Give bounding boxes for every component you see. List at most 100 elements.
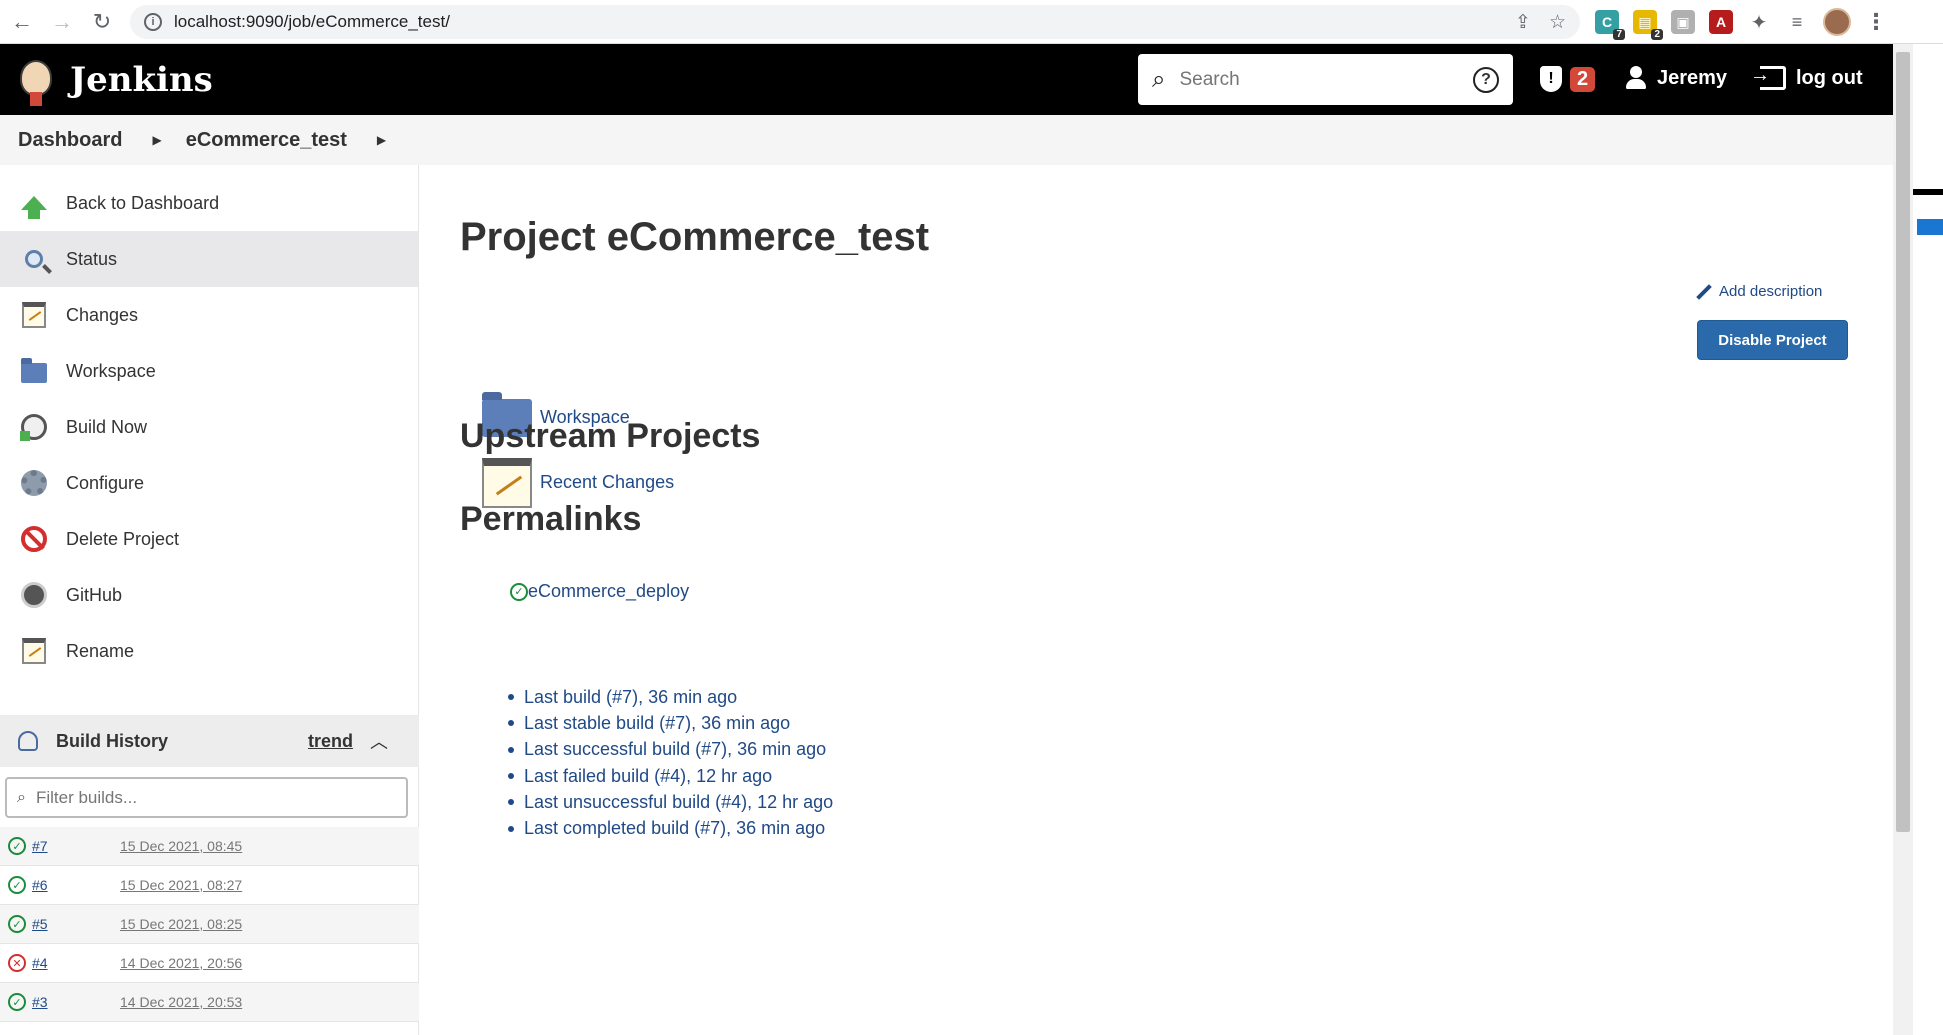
gear-icon <box>20 469 48 497</box>
search-input[interactable] <box>1179 68 1450 91</box>
permalink-last-build[interactable]: Last build (#7), 36 min ago <box>524 687 737 708</box>
list-item: Last failed build (#4), 12 hr ago <box>508 763 833 789</box>
jenkins-logo[interactable] <box>16 54 56 106</box>
breadcrumb-dashboard[interactable]: Dashboard <box>18 129 122 152</box>
breadcrumb-chevron-icon[interactable]: ▶ <box>377 133 386 147</box>
permalink-last-completed-build[interactable]: Last completed build (#7), 36 min ago <box>524 818 825 839</box>
permalink-last-unsuccessful-build[interactable]: Last unsuccessful build (#4), 12 hr ago <box>524 792 833 813</box>
logout-link[interactable]: log out <box>1750 64 1863 90</box>
success-check-icon[interactable]: ✓ <box>8 876 26 894</box>
filter-builds-input[interactable] <box>35 787 386 808</box>
logout-label: log out <box>1796 66 1863 89</box>
menu-kebab-icon[interactable]: ⋮ <box>1865 9 1887 35</box>
build-row: ✓ #3 14 Dec 2021, 20:53 <box>0 983 419 1022</box>
adjacent-window-edge <box>1913 44 1943 1035</box>
disable-project-button[interactable]: Disable Project <box>1697 320 1848 360</box>
reload-icon[interactable]: ↻ <box>84 4 120 40</box>
security-alerts[interactable]: ! 2 <box>1540 66 1596 92</box>
permalink-last-successful-build[interactable]: Last successful build (#7), 36 min ago <box>524 739 826 760</box>
puzzle-icon[interactable]: ✦ <box>1747 10 1771 34</box>
ext-pdf-icon[interactable]: A <box>1709 10 1733 34</box>
breadcrumb-project[interactable]: eCommerce_test <box>186 129 347 152</box>
address-bar[interactable]: i localhost:9090/job/eCommerce_test/ ⇪ ☆ <box>130 5 1580 39</box>
github-icon <box>20 581 48 609</box>
build-date-link[interactable]: 15 Dec 2021, 08:25 <box>120 916 242 932</box>
build-date-link[interactable]: 14 Dec 2021, 20:56 <box>120 955 242 971</box>
sidebar-item-build-now[interactable]: Build Now <box>0 399 418 455</box>
notepad-icon <box>20 301 48 329</box>
build-history-header: Build History trend ︿ <box>0 715 419 767</box>
folder-icon <box>20 357 48 385</box>
success-check-icon: ✓ <box>510 582 528 601</box>
clock-icon <box>20 413 48 441</box>
sidebar-item-workspace[interactable]: Workspace <box>0 343 418 399</box>
success-check-icon[interactable]: ✓ <box>8 993 26 1011</box>
build-number-link[interactable]: #6 <box>32 877 92 893</box>
user-link[interactable]: Jeremy <box>1625 66 1727 90</box>
build-row: ✓ #6 15 Dec 2021, 08:27 <box>0 866 419 905</box>
sidebar-item-configure[interactable]: Configure <box>0 455 418 511</box>
build-number-link[interactable]: #5 <box>32 916 92 932</box>
alert-count-badge: 2 <box>1570 66 1596 92</box>
breadcrumb-chevron-icon[interactable]: ▶ <box>152 133 161 147</box>
sidebar-item-status[interactable]: Status <box>0 231 418 287</box>
search-icon: ⌕ <box>1152 65 1166 93</box>
success-check-icon[interactable]: ✓ <box>8 837 26 855</box>
ext-gray-icon[interactable]: ▣ <box>1671 10 1695 34</box>
media-queue-icon[interactable]: ≡ <box>1785 10 1809 34</box>
browser-toolbar: ← → ↻ i localhost:9090/job/eCommerce_tes… <box>0 0 1943 44</box>
profile-avatar[interactable] <box>1823 8 1851 36</box>
search-icon: ⌕ <box>17 788 26 806</box>
permalink-last-stable-build[interactable]: Last stable build (#7), 36 min ago <box>524 713 790 734</box>
bookmark-star-icon[interactable]: ☆ <box>1549 11 1566 34</box>
forward-arrow-icon[interactable]: → <box>44 4 80 40</box>
jenkins-header: Jenkins ⌕ ? ! 2 Jeremy log out <box>0 44 1893 115</box>
shield-icon: ! <box>1540 66 1562 92</box>
magnifier-icon <box>20 245 48 273</box>
build-date-link[interactable]: 14 Dec 2021, 20:53 <box>120 994 242 1010</box>
build-row: ✓ #5 15 Dec 2021, 08:25 <box>0 905 419 944</box>
url-text[interactable]: localhost:9090/job/eCommerce_test/ <box>174 12 450 32</box>
failure-x-icon[interactable]: ✕ <box>8 954 26 972</box>
list-item: Last build (#7), 36 min ago <box>508 684 833 710</box>
task-list: Back to Dashboard Status Changes Workspa… <box>0 165 418 679</box>
trend-link[interactable]: trend <box>308 731 353 752</box>
build-date-link[interactable]: 15 Dec 2021, 08:45 <box>120 838 242 854</box>
share-icon[interactable]: ⇪ <box>1515 11 1531 34</box>
permalink-last-failed-build[interactable]: Last failed build (#4), 12 hr ago <box>524 766 772 787</box>
sidebar-item-rename[interactable]: Rename <box>0 623 418 679</box>
help-icon[interactable]: ? <box>1473 66 1499 93</box>
back-arrow-icon[interactable]: ← <box>4 4 40 40</box>
notepad-icon <box>20 637 48 665</box>
upstream-project-item: ✓ eCommerce_deploy <box>510 581 689 602</box>
collapse-chevron-icon[interactable]: ︿ <box>370 728 388 754</box>
side-panel: Back to Dashboard Status Changes Workspa… <box>0 165 419 1035</box>
sidebar-item-delete-project[interactable]: Delete Project <box>0 511 418 567</box>
search-box: ⌕ ? <box>1138 54 1513 105</box>
build-number-link[interactable]: #3 <box>32 994 92 1010</box>
build-date-link[interactable]: 15 Dec 2021, 08:27 <box>120 877 242 893</box>
app-title[interactable]: Jenkins <box>70 60 213 100</box>
upstream-project-link[interactable]: eCommerce_deploy <box>528 581 689 602</box>
page-scrollbar[interactable] <box>1893 44 1913 1035</box>
success-check-icon[interactable]: ✓ <box>8 915 26 933</box>
add-description-link[interactable]: Add description <box>1695 283 1822 300</box>
scrollbar-thumb[interactable] <box>1896 52 1910 832</box>
recent-changes-link[interactable]: Recent Changes <box>540 472 674 493</box>
permalinks-list: Last build (#7), 36 min ago Last stable … <box>508 684 833 842</box>
ext-notes-icon[interactable]: ▤ 2 <box>1633 10 1663 40</box>
site-info-icon[interactable]: i <box>144 13 162 31</box>
build-row: ✓ #7 15 Dec 2021, 08:45 <box>0 827 419 866</box>
sidebar-item-back-to-dashboard[interactable]: Back to Dashboard <box>0 175 418 231</box>
build-number-link[interactable]: #7 <box>32 838 92 854</box>
list-item: Last stable build (#7), 36 min ago <box>508 710 833 736</box>
user-name: Jeremy <box>1657 66 1728 89</box>
build-history-title: Build History <box>56 730 169 751</box>
ext-c-icon[interactable]: C7 <box>1595 10 1625 40</box>
build-list: ✓ #7 15 Dec 2021, 08:45 ✓ #6 15 Dec 2021… <box>0 827 419 1022</box>
sidebar-item-github[interactable]: GitHub <box>0 567 418 623</box>
no-entry-icon <box>20 525 48 553</box>
sidebar-item-changes[interactable]: Changes <box>0 287 418 343</box>
build-number-link[interactable]: #4 <box>32 955 92 971</box>
breadcrumb: Dashboard ▶ eCommerce_test ▶ <box>0 115 1893 165</box>
